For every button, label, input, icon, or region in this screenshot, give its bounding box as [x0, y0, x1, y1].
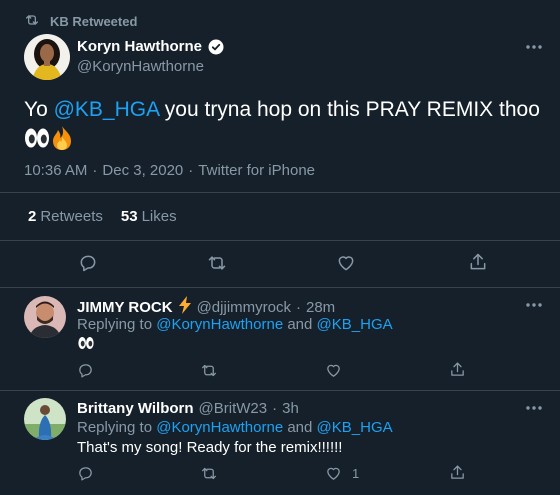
reply-author-handle[interactable]: @djjimmyrock — [197, 299, 291, 316]
avatar[interactable] — [24, 398, 66, 440]
author-name-row[interactable]: Koryn Hawthorne — [77, 38, 224, 55]
author-name[interactable]: Koryn Hawthorne — [77, 38, 202, 55]
retweet-button[interactable] — [206, 253, 228, 273]
more-options-icon[interactable] — [525, 405, 543, 411]
reply-author-handle[interactable]: @BritW23 — [199, 400, 268, 417]
share-icon — [449, 361, 466, 378]
reply-icon — [77, 362, 94, 379]
author-handle[interactable]: @KorynHawthorne — [77, 58, 204, 75]
reply-button[interactable] — [77, 362, 104, 379]
heart-icon — [325, 362, 342, 379]
like-button[interactable]: 1 — [325, 465, 359, 482]
divider — [0, 287, 560, 288]
like-count: 1 — [352, 466, 360, 481]
tweet-text-suffix: you tryna hop on this PRAY REMIX thoo — [158, 98, 540, 121]
reply-icon — [77, 465, 94, 482]
retweet-icon — [200, 362, 218, 379]
tweet-date[interactable]: Dec 3, 2020 — [102, 162, 183, 179]
avatar[interactable] — [24, 296, 66, 338]
reply-time[interactable]: 3h — [282, 400, 299, 417]
like-button[interactable] — [325, 362, 352, 379]
replying-to-and: and — [287, 316, 313, 333]
tweet-meta: 10:36 AM · Dec 3, 2020 · Twitter for iPh… — [24, 162, 315, 179]
more-options-icon[interactable] — [525, 302, 543, 308]
reply-author-name[interactable]: JIMMY ROCK — [77, 299, 173, 316]
divider — [0, 192, 560, 193]
mention-link[interactable]: @KorynHawthorne — [156, 316, 283, 333]
retweets-count: 2 — [28, 208, 37, 225]
retweet-header-label: KB Retweeted — [50, 14, 138, 29]
divider — [0, 240, 560, 241]
replying-to-prefix: Replying to — [77, 419, 153, 436]
like-button[interactable] — [336, 253, 356, 273]
likes-stat[interactable]: 53 Likes — [121, 208, 177, 225]
reply-separator: · — [295, 298, 301, 316]
avatar[interactable] — [24, 34, 70, 80]
share-icon — [449, 464, 466, 481]
retweets-label: Retweets — [40, 208, 103, 225]
meta-separator: · — [188, 162, 194, 179]
heart-icon — [325, 465, 342, 482]
reply-text — [77, 336, 95, 354]
reply-author-row[interactable]: JIMMY ROCK @djjimmyrock · 28m — [77, 296, 335, 318]
retweet-header[interactable]: KB Retweeted — [24, 12, 137, 31]
divider — [0, 390, 560, 391]
share-button[interactable] — [468, 252, 488, 272]
likes-label: Likes — [141, 208, 177, 225]
mention-link[interactable]: @KB_HGA — [54, 98, 159, 121]
tweet-thread-page: KB Retweeted Koryn Hawthorne @KorynHawth… — [0, 0, 560, 495]
replying-to: Replying to @KorynHawthorne and @KB_HGA — [77, 316, 393, 333]
reply-icon — [78, 253, 98, 273]
retweet-button[interactable] — [200, 465, 228, 482]
eyes-emoji — [77, 336, 95, 354]
share-icon — [468, 252, 488, 272]
tweet-text: Yo @KB_HGA you tryna hop on this PRAY RE… — [24, 95, 544, 160]
verified-badge-icon — [208, 39, 224, 55]
replying-to: Replying to @KorynHawthorne and @KB_HGA — [77, 419, 393, 436]
retweet-button[interactable] — [200, 362, 228, 379]
reply-button[interactable] — [78, 253, 98, 273]
heart-icon — [336, 253, 356, 273]
retweet-icon — [200, 465, 218, 482]
likes-count: 53 — [120, 208, 138, 225]
reply-button[interactable] — [77, 465, 104, 482]
share-button[interactable] — [449, 361, 466, 378]
share-button[interactable] — [449, 464, 466, 481]
lightning-emoji — [178, 296, 192, 318]
fire-emoji — [50, 125, 74, 160]
tweet-stats: 2 Retweets 53 Likes — [28, 208, 177, 225]
reply-separator: · — [272, 400, 278, 417]
eyes-emoji — [24, 127, 50, 158]
reply-author-name[interactable]: Brittany Wilborn — [77, 400, 194, 417]
mention-link[interactable]: @KB_HGA — [317, 316, 393, 333]
mention-link[interactable]: @KorynHawthorne — [156, 419, 283, 436]
replying-to-prefix: Replying to — [77, 316, 153, 333]
retweet-icon — [206, 253, 228, 273]
tweet-source[interactable]: Twitter for iPhone — [198, 162, 315, 179]
retweet-icon — [24, 12, 40, 31]
mention-link[interactable]: @KB_HGA — [317, 419, 393, 436]
reply-text: That's my song! Ready for the remix!!!!!… — [77, 439, 343, 456]
retweets-stat[interactable]: 2 Retweets — [28, 208, 103, 225]
tweet-time[interactable]: 10:36 AM — [24, 162, 87, 179]
reply-author-row[interactable]: Brittany Wilborn @BritW23 · 3h — [77, 400, 299, 417]
reply-time[interactable]: 28m — [306, 299, 335, 316]
more-options-icon[interactable] — [525, 44, 543, 50]
tweet-text-prefix: Yo — [24, 98, 54, 121]
replying-to-and: and — [287, 419, 313, 436]
meta-separator: · — [92, 162, 98, 179]
